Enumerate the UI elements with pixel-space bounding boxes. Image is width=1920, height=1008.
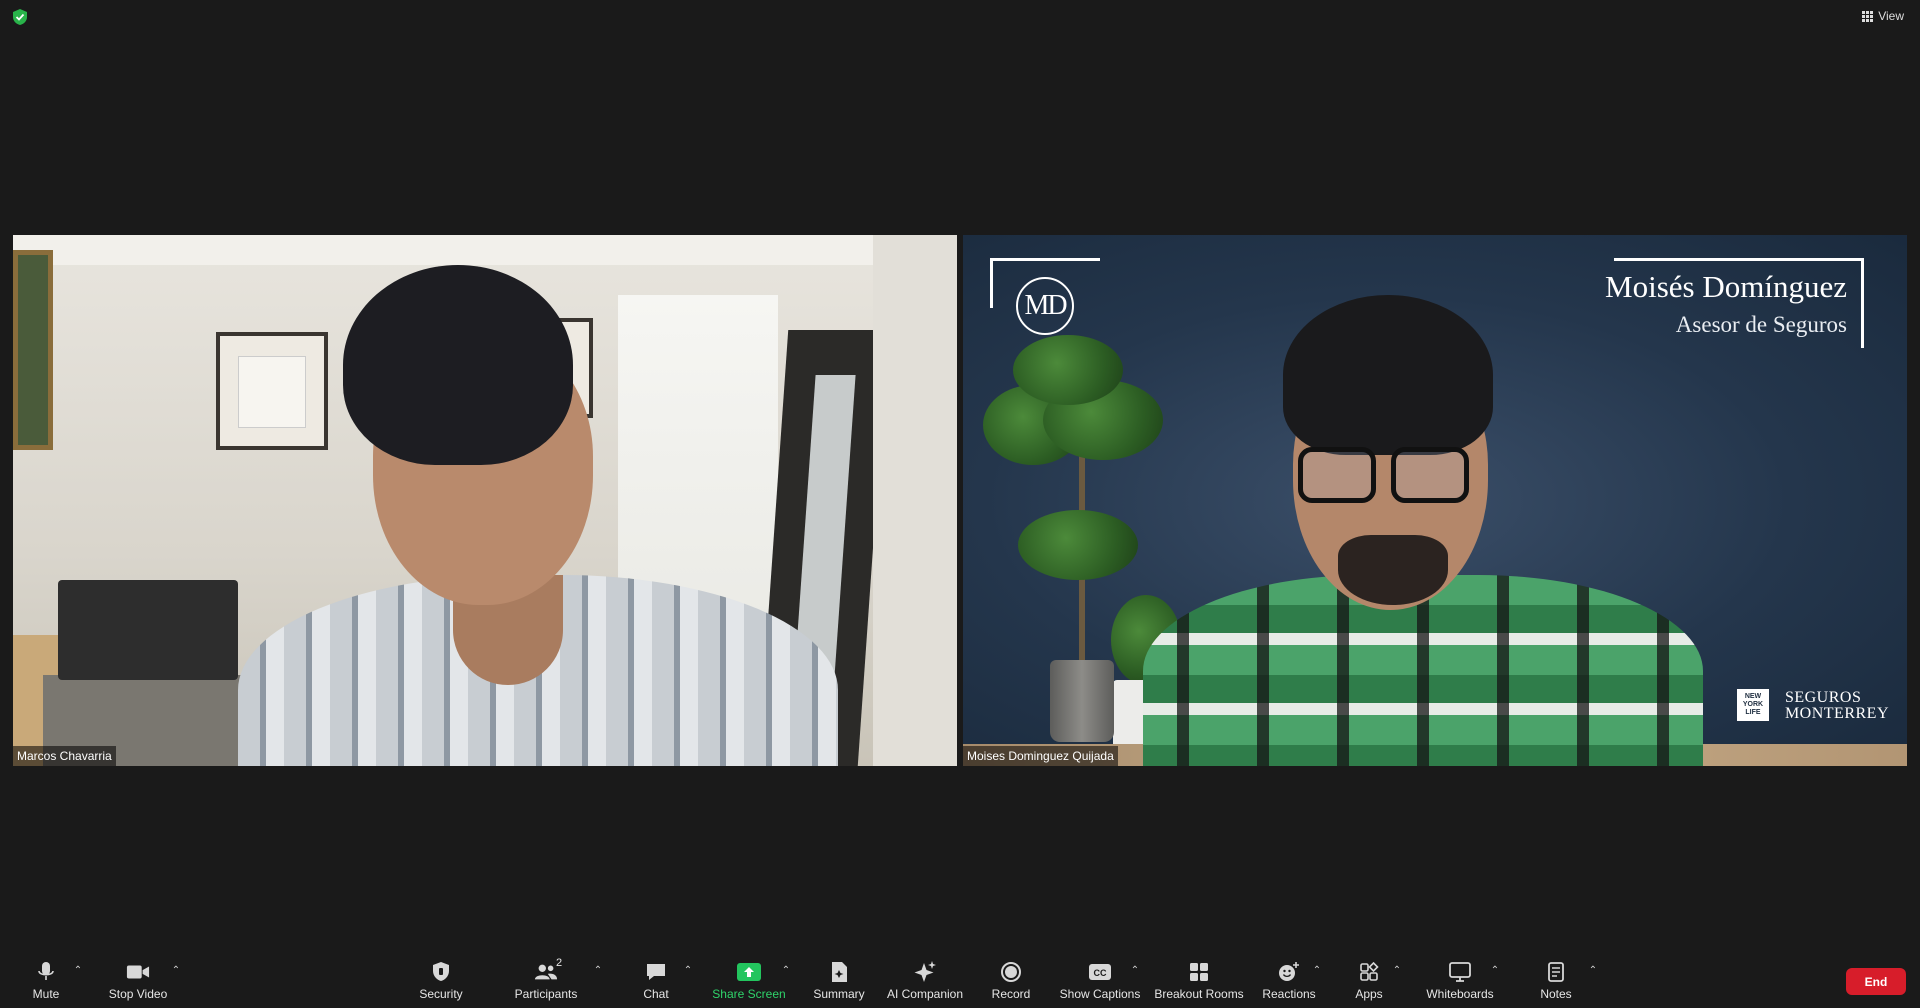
seguros-monterrey-logo: SEGUROS MONTERREY: [1784, 689, 1889, 722]
participant-name-tag: Moises Dominguez Quijada: [963, 746, 1118, 766]
summary-doc-icon: [827, 960, 851, 984]
new-york-life-logo: NEW YORK LIFE: [1737, 689, 1769, 721]
brand-name: Moisés Domínguez: [1605, 269, 1847, 304]
people-icon: 2: [534, 957, 562, 984]
shield-icon: [429, 960, 453, 984]
apps-options-caret[interactable]: ⌃: [1392, 966, 1402, 976]
whiteboard-icon: [1448, 960, 1472, 984]
smiley-icon: [1277, 960, 1301, 984]
participant-name-tag: Marcos Chavarria: [13, 746, 116, 766]
show-captions-button[interactable]: CC Show Captions: [1059, 960, 1141, 1004]
chat-bubble-icon: [644, 960, 668, 984]
apps-button[interactable]: Apps: [1354, 960, 1384, 1004]
notes-icon: [1544, 960, 1568, 984]
record-button[interactable]: Record: [991, 960, 1031, 1004]
summary-button[interactable]: Summary: [812, 960, 866, 1004]
end-meeting-button[interactable]: End: [1846, 968, 1906, 995]
md-logo: MD: [1016, 277, 1074, 335]
video-tile-marcos[interactable]: Marcos Chavarria: [13, 235, 957, 766]
chat-button[interactable]: Chat: [638, 960, 674, 1004]
microphone-icon: [34, 960, 58, 984]
notes-button[interactable]: Notes: [1538, 960, 1574, 1004]
svg-text:CC: CC: [1094, 968, 1107, 978]
security-shield-icon[interactable]: [12, 8, 28, 26]
apps-icon: [1357, 960, 1381, 984]
ai-companion-button[interactable]: AI Companion: [886, 960, 964, 1004]
whiteboards-options-caret[interactable]: ⌃: [1490, 966, 1500, 976]
brand-title: Asesor de Seguros: [1675, 312, 1847, 337]
participants-count: 2: [556, 957, 563, 969]
cc-icon: CC: [1088, 960, 1112, 984]
reactions-options-caret[interactable]: ⌃: [1312, 966, 1322, 976]
share-screen-button[interactable]: Share Screen: [712, 960, 786, 1004]
stop-video-button[interactable]: Stop Video: [106, 960, 170, 1004]
share-screen-icon: [737, 960, 761, 984]
whiteboards-button[interactable]: Whiteboards: [1424, 960, 1496, 1004]
video-tile-moises[interactable]: MD Moisés Domínguez Asesor de Seguros NE…: [963, 235, 1907, 766]
share-options-caret[interactable]: ⌃: [781, 966, 791, 976]
video-options-caret[interactable]: ⌃: [171, 966, 181, 976]
mute-button[interactable]: Mute: [26, 960, 66, 1004]
mute-options-caret[interactable]: ⌃: [73, 966, 83, 976]
chat-options-caret[interactable]: ⌃: [683, 966, 693, 976]
sparkle-icon: [913, 960, 937, 984]
record-icon: [999, 960, 1023, 984]
security-button[interactable]: Security: [418, 960, 464, 1004]
participants-options-caret[interactable]: ⌃: [593, 966, 603, 976]
participants-button[interactable]: 2 Participants: [513, 957, 579, 1004]
breakout-grid-icon: [1187, 960, 1211, 984]
notes-options-caret[interactable]: ⌃: [1588, 966, 1598, 976]
reactions-button[interactable]: Reactions: [1262, 960, 1316, 1004]
view-label: View: [1878, 9, 1904, 23]
video-camera-icon: [126, 960, 150, 984]
breakout-rooms-button[interactable]: Breakout Rooms: [1154, 960, 1244, 1004]
meeting-toolbar: Mute ⌃ Stop Video ⌃ Security 2 Participa…: [0, 956, 1920, 1008]
view-button[interactable]: View: [1862, 6, 1904, 26]
captions-options-caret[interactable]: ⌃: [1130, 966, 1140, 976]
grid-icon: [1862, 10, 1874, 22]
